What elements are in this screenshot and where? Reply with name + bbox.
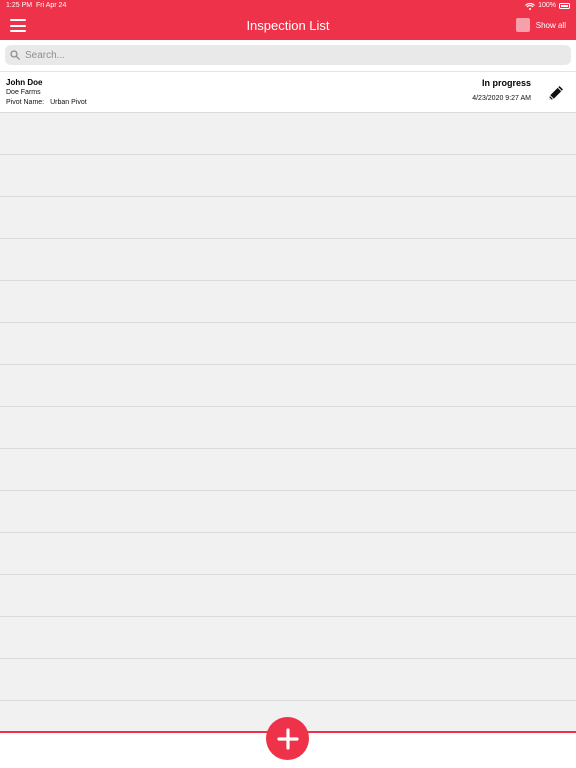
pivot-label: Pivot Name:	[6, 99, 45, 106]
empty-row	[0, 491, 576, 533]
inspection-status: In progress	[481, 78, 531, 88]
inspection-row[interactable]: John Doe Doe Farms Pivot Name: Urban Pivo…	[0, 71, 576, 113]
add-inspection-button[interactable]	[266, 717, 309, 760]
empty-row	[0, 239, 576, 281]
empty-row	[0, 449, 576, 491]
status-time: 1:25 PM	[6, 2, 33, 9]
status-bar: 1:25 PM Fri Apr 24 100%	[0, 0, 576, 12]
wifi-icon	[525, 2, 536, 10]
show-all-toggle[interactable]: Show all	[515, 18, 566, 32]
plus-icon	[276, 727, 299, 750]
battery-percent: 100%	[538, 2, 556, 9]
empty-row	[0, 407, 576, 449]
search-input[interactable]	[23, 48, 547, 62]
empty-row	[0, 617, 576, 659]
page-title: Inspection List	[246, 18, 330, 33]
search-icon	[10, 50, 20, 60]
pencil-icon[interactable]	[546, 83, 566, 103]
empty-row	[0, 155, 576, 197]
show-all-label: Show all	[535, 20, 566, 30]
inspection-datetime: 4/23/2020 9:27 AM	[472, 95, 531, 102]
empty-row	[0, 365, 576, 407]
search-bar-container	[0, 40, 576, 71]
empty-row	[0, 575, 576, 617]
empty-row	[0, 323, 576, 365]
empty-rows	[0, 113, 576, 743]
status-right: 100%	[525, 0, 570, 12]
status-date: Fri Apr 24	[36, 2, 67, 9]
empty-row	[0, 197, 576, 239]
top-bar: 1:25 PM Fri Apr 24 100% Inspection List …	[0, 0, 576, 40]
show-all-checkbox[interactable]	[515, 18, 530, 32]
empty-row	[0, 533, 576, 575]
empty-row	[0, 281, 576, 323]
inspection-list: John Doe Doe Farms Pivot Name: Urban Pivo…	[0, 71, 576, 743]
search-bar[interactable]	[5, 45, 571, 65]
inspector-name: John Doe	[6, 78, 43, 87]
pivot-value: Urban Pivot	[50, 99, 87, 106]
pivot-info: Pivot Name: Urban Pivot	[6, 99, 87, 106]
battery-icon	[559, 3, 570, 9]
farm-name: Doe Farms	[6, 89, 41, 96]
nav-bar: Inspection List Show all	[0, 12, 576, 40]
empty-row	[0, 113, 576, 155]
empty-row	[0, 659, 576, 701]
